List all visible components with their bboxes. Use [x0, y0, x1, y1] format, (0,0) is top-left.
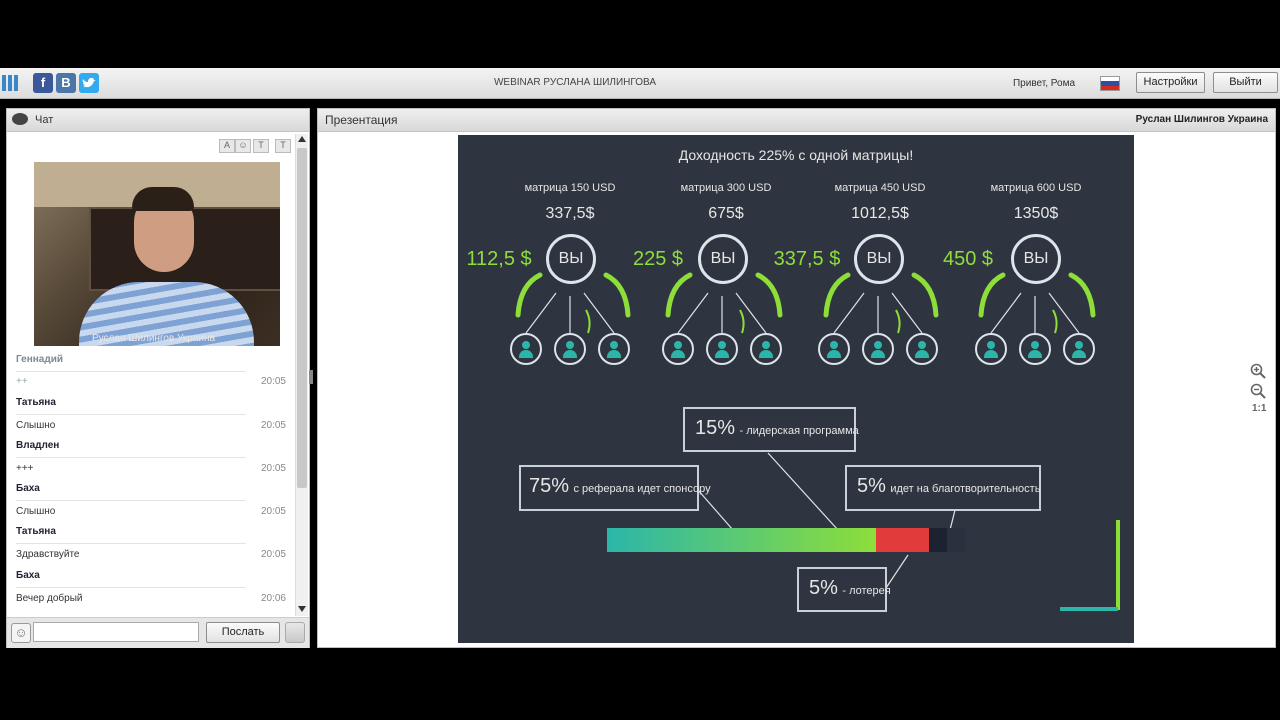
presentation-title: Презентация	[325, 113, 398, 127]
lottery-text: - лотерея	[842, 585, 891, 597]
leader-share-segment	[875, 528, 930, 552]
charity-pct: 5%	[857, 475, 886, 497]
font-increase-icon[interactable]: T	[253, 139, 269, 153]
scroll-thumb[interactable]	[297, 148, 307, 488]
audio-icon[interactable]	[285, 622, 305, 643]
chat-message-input[interactable]	[33, 622, 199, 642]
matrix-total: 675$	[708, 205, 744, 222]
top-bar: f B WEBINAR РУСЛАНА ШИЛИНГОВА Привет, Ро…	[0, 68, 1280, 99]
matrix-bonus: 112,5 $	[466, 248, 532, 270]
matrix-bonus: 225 $	[632, 248, 684, 270]
presentation-panel: Презентация Руслан Шилингов Украина 1:1 …	[317, 108, 1276, 648]
user-icon	[554, 333, 586, 365]
you-node: ВЫ	[854, 234, 904, 284]
font-decrease-icon[interactable]: T	[275, 139, 291, 153]
russian-flag-icon[interactable]	[1100, 76, 1120, 91]
facebook-icon[interactable]: f	[33, 73, 53, 93]
font-color-icon[interactable]: A	[219, 139, 235, 153]
webcam-video[interactable]: Руслан Шилингов Украина	[34, 162, 280, 346]
you-node: ВЫ	[546, 234, 596, 284]
webinar-title: WEBINAR РУСЛАНА ШИЛИНГОВА	[493, 77, 656, 88]
lottery-share-segment	[947, 528, 965, 552]
chat-header: Чат	[7, 109, 309, 132]
charity-callout: 5% идет на благотворительность	[845, 465, 1041, 511]
panel-splitter[interactable]	[309, 370, 313, 384]
presentation-header: Презентация Руслан Шилингов Украина	[318, 109, 1275, 132]
user-icon	[598, 333, 630, 365]
twitter-icon[interactable]	[79, 73, 99, 93]
vk-icon[interactable]: B	[56, 73, 76, 93]
chat-message: Слышно 20:05	[16, 420, 286, 431]
chat-message: Слышно 20:05	[16, 506, 286, 517]
message-author: Геннадий	[16, 351, 246, 372]
message-author: Татьяна	[16, 523, 246, 544]
matrix-label: матрица 300 USD	[680, 182, 772, 194]
zoom-actual-size[interactable]: 1:1	[1252, 403, 1266, 414]
leader-program-callout: 15% - лидерская программа	[683, 407, 859, 452]
message-author: Баха	[16, 480, 246, 501]
you-node: ВЫ	[1011, 234, 1061, 284]
lottery-callout: 5% - лотерея	[797, 567, 891, 612]
message-author: Татьяна	[16, 394, 246, 415]
scroll-up-arrow-icon[interactable]	[298, 136, 306, 142]
distribution-bar	[607, 528, 965, 552]
chat-input-row: ☺ Послать	[7, 617, 309, 648]
greeting: Привет, Рома	[1012, 78, 1076, 89]
matrix-label: матрица 150 USD	[524, 182, 616, 194]
user-icon	[662, 333, 694, 365]
zoom-in-icon[interactable]	[1250, 363, 1266, 379]
leader-pct: 15%	[695, 417, 736, 439]
zoom-out-icon[interactable]	[1250, 383, 1266, 399]
settings-button[interactable]: Настройки	[1136, 72, 1205, 93]
chat-message: ++ 20:05	[16, 376, 286, 387]
user-icon	[975, 333, 1007, 365]
charity-text: идет на благотворительность	[890, 483, 1041, 495]
user-icon	[1063, 333, 1095, 365]
chat-title: Чат	[35, 114, 54, 126]
referral-text: с реферала идет спонсору	[573, 483, 711, 495]
message-author: Владлен	[16, 437, 246, 458]
lottery-pct: 5%	[809, 577, 838, 599]
user-icon	[906, 333, 938, 365]
logout-button[interactable]: Выйти	[1213, 72, 1278, 93]
smiley-icon[interactable]: ☺	[11, 623, 31, 643]
matrix-bonus: 337,5 $	[773, 248, 841, 270]
matrix-total: 1350$	[1013, 205, 1059, 222]
chat-panel: Чат A ☺ T T Руслан Шилингов Украина Генн…	[6, 108, 310, 648]
send-button[interactable]: Послать	[206, 622, 280, 643]
user-icon	[1019, 333, 1051, 365]
presentation-slide: Доходность 225% с одной матрицы! матрица…	[458, 135, 1134, 643]
user-icon	[706, 333, 738, 365]
chat-message: Здравствуйте 20:05	[16, 549, 286, 560]
matrix-total: 1012,5$	[851, 205, 909, 222]
message-author: Баха	[16, 567, 246, 588]
scroll-down-arrow-icon[interactable]	[298, 606, 306, 612]
user-icon	[750, 333, 782, 365]
charity-share-segment	[929, 528, 948, 552]
menu-grid-icon[interactable]	[2, 73, 22, 93]
matrix-label: матрица 600 USD	[990, 182, 1082, 194]
video-caption: Руслан Шилингов Украина	[92, 333, 216, 344]
leader-text: - лидерская программа	[739, 425, 859, 437]
user-icon	[818, 333, 850, 365]
emoticon-settings-icon[interactable]: ☺	[235, 139, 251, 153]
chat-message: Вечер добрый 20:06	[16, 593, 286, 604]
referral-share-segment	[607, 528, 876, 552]
presenter-name: Руслан Шилингов Украина	[1135, 114, 1268, 125]
matrix-total: 337,5$	[545, 205, 595, 222]
referral-pct: 75%	[529, 475, 570, 497]
matrix-label: матрица 450 USD	[834, 182, 926, 194]
chat-scrollbar[interactable]	[295, 134, 308, 616]
matrix-bonus: 450 $	[942, 248, 994, 270]
referral-callout: 75% с реферала идет спонсору	[519, 465, 711, 511]
chat-message: +++ 20:05	[16, 463, 286, 474]
user-icon	[510, 333, 542, 365]
you-node: ВЫ	[698, 234, 748, 284]
user-icon	[862, 333, 894, 365]
speech-bubble-icon	[12, 113, 28, 125]
